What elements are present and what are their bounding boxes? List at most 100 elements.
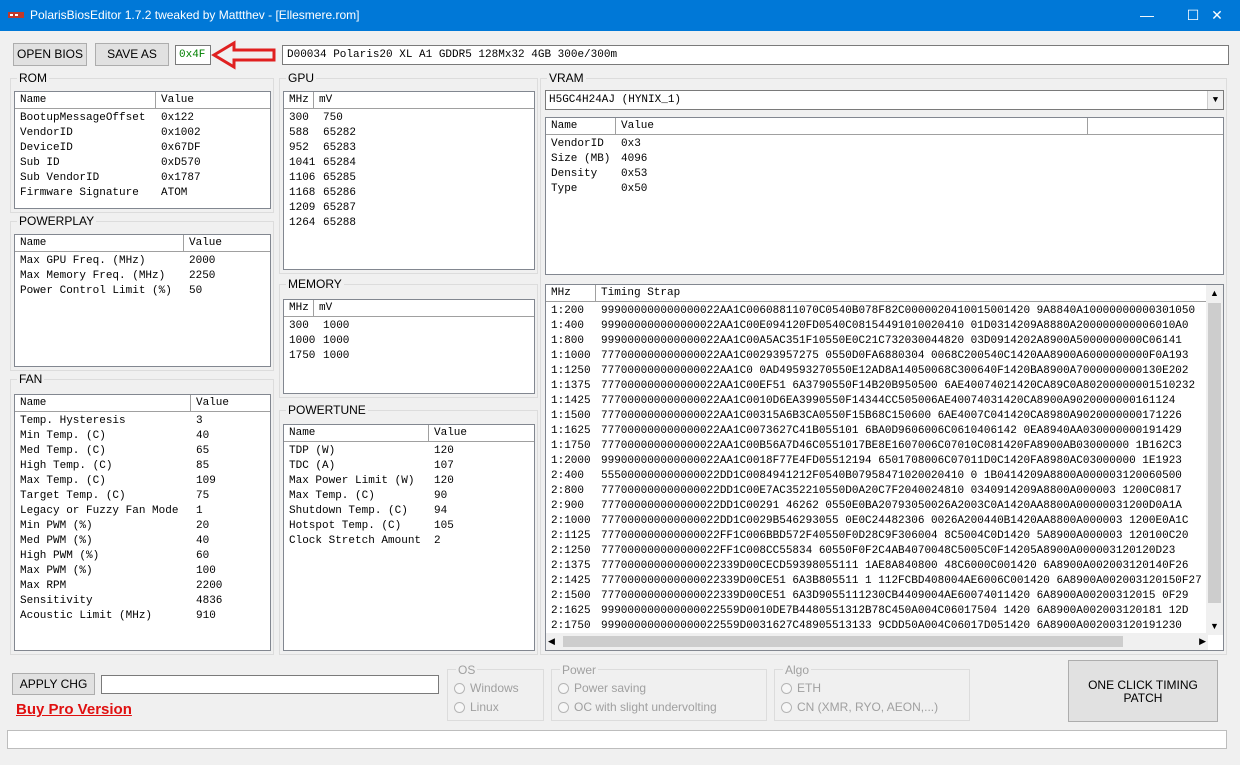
powertune-header-name[interactable]: Name <box>284 425 429 442</box>
vertical-scroll-thumb[interactable] <box>1208 303 1221 603</box>
vram-header-value[interactable]: Value <box>616 118 1088 135</box>
powertune-row[interactable]: Shutdown Temp. (C) 94 <box>284 504 534 519</box>
powerplay-header-name[interactable]: Name <box>15 235 184 252</box>
scroll-down-icon[interactable]: ▼ <box>1206 618 1223 635</box>
vram-row[interactable]: Size (MB) 4096 <box>546 152 1223 167</box>
gpu-header-mv[interactable]: mV <box>314 92 534 109</box>
timing-row[interactable]: 1:1375 777000000000000022AA1C00EF51 6A379… <box>546 379 1207 394</box>
scroll-up-icon[interactable]: ▲ <box>1206 285 1223 302</box>
timing-row[interactable]: 2:1000 777000000000000022DD1C0029B5462930… <box>546 514 1207 529</box>
memory-row[interactable]: 1000 1000 <box>284 334 534 349</box>
vram-header-name[interactable]: Name <box>546 118 616 135</box>
vram-select[interactable]: H5GC4H24AJ (HYNIX_1) ▼ <box>545 90 1224 110</box>
fan-row[interactable]: Min Temp. (C) 40 <box>15 429 270 444</box>
gpu-row[interactable]: 1106 65285 <box>284 171 534 186</box>
rom-list[interactable]: Name Value BootupMessageOffset 0x122 Vendo… <box>14 91 271 209</box>
powerplay-row[interactable]: Power Control Limit (%) 50 <box>15 284 270 299</box>
power-saving-radio[interactable]: Power saving <box>558 681 646 695</box>
apply-text-field[interactable] <box>101 675 439 694</box>
memory-header-mv[interactable]: mV <box>314 300 534 317</box>
gpu-row[interactable]: 1041 65284 <box>284 156 534 171</box>
timing-row[interactable]: 2:1750 999000000000000022559D0031627C4890… <box>546 619 1207 634</box>
bios-info-field[interactable]: D00034 Polaris20 XL A1 GDDR5 128Mx32 4GB… <box>282 45 1229 65</box>
timing-strap-list[interactable]: MHz Timing Strap 1:200 999000000000000022… <box>545 284 1224 651</box>
one-click-timing-patch-button[interactable]: ONE CLICK TIMING PATCH <box>1068 660 1218 722</box>
fan-row[interactable]: High PWM (%) 60 <box>15 549 270 564</box>
timing-row[interactable]: 2:1125 777000000000000022FF1C006BBD572F40… <box>546 529 1207 544</box>
fan-row[interactable]: High Temp. (C) 85 <box>15 459 270 474</box>
memory-row[interactable]: 300 1000 <box>284 319 534 334</box>
close-icon[interactable]: ✕ <box>1194 0 1240 31</box>
horizontal-scroll-thumb[interactable] <box>563 636 1123 647</box>
powertune-list[interactable]: Name Value TDP (W) 120 TDC (A) 107 Max Power… <box>283 424 535 651</box>
timing-header-mhz[interactable]: MHz <box>546 285 596 302</box>
timing-row[interactable]: 1:1000 777000000000000022AA1C00293957275 … <box>546 349 1207 364</box>
scroll-right-icon[interactable]: ▶ <box>1199 633 1206 650</box>
rom-header-value[interactable]: Value <box>156 92 270 109</box>
algo-eth-radio[interactable]: ETH <box>781 681 821 695</box>
timing-row[interactable]: 2:1375 777000000000000022339D00CECD593980… <box>546 559 1207 574</box>
save-as-button[interactable]: SAVE AS <box>95 43 169 66</box>
powertune-row[interactable]: Hotspot Temp. (C) 105 <box>284 519 534 534</box>
timing-vertical-scrollbar[interactable]: ▲ ▼ <box>1206 285 1223 635</box>
timing-row[interactable]: 1:400 999000000000000022AA1C00E094120FD05… <box>546 319 1207 334</box>
buy-pro-link[interactable]: Buy Pro Version <box>16 701 132 718</box>
timing-row[interactable]: 2:900 777000000000000022DD1C00291 46262 0… <box>546 499 1207 514</box>
timing-row[interactable]: 1:2000 999000000000000022AA1C0018F77E4FD0… <box>546 454 1207 469</box>
radio-icon[interactable] <box>781 683 792 695</box>
timing-row[interactable]: 2:1425 777000000000000022339D00CE51 6A3B8… <box>546 574 1207 589</box>
memory-list[interactable]: MHz mV 300 1000 1000 1000 1750 1000 <box>283 299 535 394</box>
rom-row[interactable]: BootupMessageOffset 0x122 <box>15 111 270 126</box>
powerplay-row[interactable]: Max Memory Freq. (MHz) 2250 <box>15 269 270 284</box>
fan-row[interactable]: Max RPM 2200 <box>15 579 270 594</box>
powertune-row[interactable]: Clock Stretch Amount 2 <box>284 534 534 549</box>
minimize-icon[interactable]: — <box>1124 0 1170 31</box>
powertune-header-value[interactable]: Value <box>429 425 534 442</box>
radio-icon[interactable] <box>781 702 792 714</box>
os-linux-radio[interactable]: Linux <box>454 700 499 714</box>
checksum-field[interactable]: 0x4F <box>175 45 211 65</box>
algo-cn-radio[interactable]: CN (XMR, RYO, AEON,...) <box>781 700 938 714</box>
radio-icon[interactable] <box>454 683 465 695</box>
fan-row[interactable]: Sensitivity 4836 <box>15 594 270 609</box>
timing-row[interactable]: 1:1500 777000000000000022AA1C00315A6B3CA0… <box>546 409 1207 424</box>
vram-row[interactable]: VendorID 0x3 <box>546 137 1223 152</box>
vram-row[interactable]: Type 0x50 <box>546 182 1223 197</box>
fan-row[interactable]: Temp. Hysteresis 3 <box>15 414 270 429</box>
timing-row[interactable]: 1:1750 777000000000000022AA1C00B56A7D46C0… <box>546 439 1207 454</box>
radio-icon[interactable] <box>454 702 465 714</box>
fan-row[interactable]: Max Temp. (C) 109 <box>15 474 270 489</box>
gpu-row[interactable]: 1264 65288 <box>284 216 534 231</box>
fan-row[interactable]: Max PWM (%) 100 <box>15 564 270 579</box>
rom-row[interactable]: Sub ID 0xD570 <box>15 156 270 171</box>
gpu-row[interactable]: 952 65283 <box>284 141 534 156</box>
timing-row[interactable]: 1:1425 777000000000000022AA1C0010D6EA3990… <box>546 394 1207 409</box>
timing-row[interactable]: 2:1250 777000000000000022FF1C008CC55834 6… <box>546 544 1207 559</box>
powertune-row[interactable]: TDP (W) 120 <box>284 444 534 459</box>
vram-row[interactable]: Density 0x53 <box>546 167 1223 182</box>
radio-icon[interactable] <box>558 702 569 714</box>
fan-header-value[interactable]: Value <box>191 395 270 412</box>
vram-header-extra[interactable] <box>1088 118 1223 135</box>
gpu-row[interactable]: 588 65282 <box>284 126 534 141</box>
powerplay-list[interactable]: Name Value Max GPU Freq. (MHz) 2000 Max Me… <box>14 234 271 367</box>
timing-row[interactable]: 1:800 999000000000000022AA1C00A5AC351F105… <box>546 334 1207 349</box>
chevron-down-icon[interactable]: ▼ <box>1207 91 1223 109</box>
rom-header-name[interactable]: Name <box>15 92 156 109</box>
fan-row[interactable]: Target Temp. (C) 75 <box>15 489 270 504</box>
timing-header-strap[interactable]: Timing Strap <box>596 285 1207 302</box>
powertune-row[interactable]: Max Power Limit (W) 120 <box>284 474 534 489</box>
fan-row[interactable]: Med PWM (%) 40 <box>15 534 270 549</box>
scroll-left-icon[interactable]: ◀ <box>548 633 555 650</box>
gpu-row[interactable]: 1168 65286 <box>284 186 534 201</box>
timing-row[interactable]: 2:400 555000000000000022DD1C0084941212F05… <box>546 469 1207 484</box>
gpu-row[interactable]: 1209 65287 <box>284 201 534 216</box>
timing-row[interactable]: 2:800 777000000000000022DD1C00E7AC3522105… <box>546 484 1207 499</box>
timing-row[interactable]: 2:1500 777000000000000022339D00CE51 6A3D9… <box>546 589 1207 604</box>
timing-row[interactable]: 1:200 999000000000000022AA1C00608811070C0… <box>546 304 1207 319</box>
radio-icon[interactable] <box>558 683 569 695</box>
fan-row[interactable]: Legacy or Fuzzy Fan Mode 1 <box>15 504 270 519</box>
timing-horizontal-scrollbar[interactable]: ◀ ▶ <box>546 633 1208 650</box>
power-oc-radio[interactable]: OC with slight undervolting <box>558 700 717 714</box>
rom-row[interactable]: Sub VendorID 0x1787 <box>15 171 270 186</box>
